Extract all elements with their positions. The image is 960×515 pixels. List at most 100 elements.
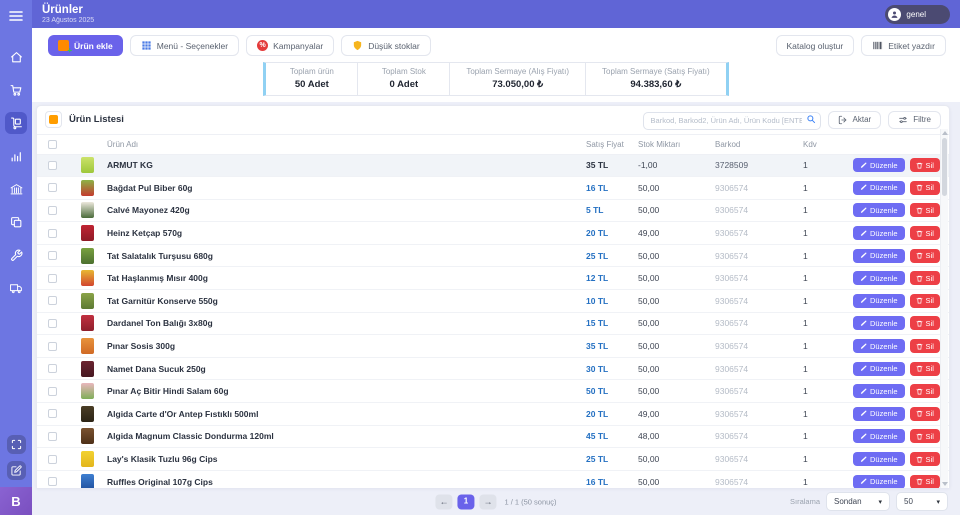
product-price-link[interactable]: 20 TL [586,228,638,238]
delete-button[interactable]: Sil [910,249,940,263]
sidebar-item-documents[interactable] [5,211,27,233]
campaigns-button[interactable]: % Kampanyalar [246,35,334,56]
edit-button[interactable]: Düzenle [853,362,905,376]
sidebar-item-bank[interactable] [5,178,27,200]
sidebar-item-sales[interactable] [5,79,27,101]
fullscreen-button[interactable] [7,435,26,454]
edit-button[interactable]: Düzenle [853,316,905,330]
product-price-link[interactable]: 15 TL [586,318,638,328]
edit-button[interactable]: Düzenle [853,181,905,195]
hamburger-menu-icon[interactable] [8,8,24,24]
product-price-link[interactable]: 16 TL [586,183,638,193]
row-checkbox[interactable] [48,251,57,260]
edit-button[interactable]: Düzenle [853,271,905,285]
edit-button[interactable]: Düzenle [853,452,905,466]
edit-button[interactable]: Düzenle [853,226,905,240]
row-checkbox[interactable] [48,206,57,215]
edit-button[interactable]: Düzenle [853,203,905,217]
delete-button[interactable]: Sil [910,407,940,421]
edit-button[interactable]: Düzenle [853,407,905,421]
product-price-link[interactable]: 12 TL [586,273,638,283]
sort-select[interactable]: Sondan ▾ [826,492,890,511]
sidebar-item-reports[interactable] [5,145,27,167]
delete-button[interactable]: Sil [910,475,940,488]
product-price-link[interactable]: 45 TL [586,431,638,441]
delete-button[interactable]: Sil [910,429,940,443]
low-stocks-button[interactable]: Düşük stoklar [341,35,431,56]
product-price-link[interactable]: 25 TL [586,454,638,464]
delete-button[interactable]: Sil [910,226,940,240]
prev-page-button[interactable]: ← [435,494,452,509]
delete-button[interactable]: Sil [910,316,940,330]
create-catalog-button[interactable]: Katalog oluştur [776,35,855,56]
sidebar-item-home[interactable] [5,46,27,68]
delete-button[interactable]: Sil [910,271,940,285]
export-button[interactable]: Aktar [828,111,882,129]
product-price-link[interactable]: 5 TL [586,205,638,215]
delete-button[interactable]: Sil [910,362,940,376]
row-checkbox[interactable] [48,455,57,464]
scroll-up-arrow-icon[interactable] [942,131,948,135]
table-scrollbar[interactable] [940,129,948,488]
table-row: Pınar Aç Bitir Hindi Salam 60g 50 TL 50,… [37,380,949,403]
product-price-link[interactable]: 25 TL [586,251,638,261]
add-product-button[interactable]: Ürün ekle [48,35,123,56]
row-checkbox[interactable] [48,319,57,328]
page-size-select[interactable]: 50 ▾ [896,492,948,511]
row-checkbox[interactable] [48,274,57,283]
next-page-button[interactable]: → [479,494,496,509]
delete-button[interactable]: Sil [910,203,940,217]
row-checkbox[interactable] [48,432,57,441]
search-input[interactable] [643,112,821,130]
product-price-link[interactable]: 20 TL [586,409,638,419]
edit-button[interactable]: Düzenle [853,339,905,353]
delete-button[interactable]: Sil [910,452,940,466]
sidebar-item-products[interactable] [5,112,27,134]
current-page-button[interactable]: 1 [457,494,474,509]
product-price-link[interactable]: 10 TL [586,296,638,306]
filter-button[interactable]: Filtre [888,111,941,129]
row-checkbox[interactable] [48,296,57,305]
edit-button[interactable]: Düzenle [853,384,905,398]
sidebar-item-delivery[interactable] [5,277,27,299]
product-price-link[interactable]: 35 TL [586,160,638,170]
delete-button[interactable]: Sil [910,294,940,308]
user-menu-button[interactable]: genel [885,5,950,24]
row-checkbox[interactable] [48,161,57,170]
trash-icon [916,252,923,259]
edit-button[interactable]: Düzenle [853,158,905,172]
quick-edit-button[interactable] [7,461,26,480]
search-icon[interactable] [806,114,816,124]
row-checkbox[interactable] [48,342,57,351]
product-price-link[interactable]: 50 TL [586,386,638,396]
delete-button[interactable]: Sil [910,339,940,353]
product-price-link[interactable]: 30 TL [586,364,638,374]
product-price-link[interactable]: 35 TL [586,341,638,351]
scroll-down-arrow-icon[interactable] [942,482,948,486]
product-stock: 50,00 [638,477,715,487]
select-all-checkbox[interactable] [48,140,57,149]
row-checkbox[interactable] [48,387,57,396]
menu-options-button[interactable]: Menü - Seçenekler [130,35,239,56]
row-checkbox[interactable] [48,229,57,238]
product-kdv: 1 [803,477,853,487]
sidebar-item-tools[interactable] [5,244,27,266]
list-view-toggle[interactable] [45,111,62,128]
row-checkbox[interactable] [48,409,57,418]
edit-button[interactable]: Düzenle [853,475,905,488]
product-stock: 50,00 [638,205,715,215]
row-checkbox[interactable] [48,364,57,373]
column-header-name: Ürün Adı [107,140,586,149]
edit-button[interactable]: Düzenle [853,294,905,308]
delete-button[interactable]: Sil [910,384,940,398]
edit-button[interactable]: Düzenle [853,249,905,263]
sidebar-nav [5,46,27,299]
row-checkbox[interactable] [48,477,57,486]
delete-button[interactable]: Sil [910,181,940,195]
row-checkbox[interactable] [48,183,57,192]
print-labels-button[interactable]: Etiket yazdır [861,35,946,56]
product-price-link[interactable]: 16 TL [586,477,638,487]
edit-button[interactable]: Düzenle [853,429,905,443]
scrollbar-thumb[interactable] [942,138,947,196]
delete-button[interactable]: Sil [910,158,940,172]
